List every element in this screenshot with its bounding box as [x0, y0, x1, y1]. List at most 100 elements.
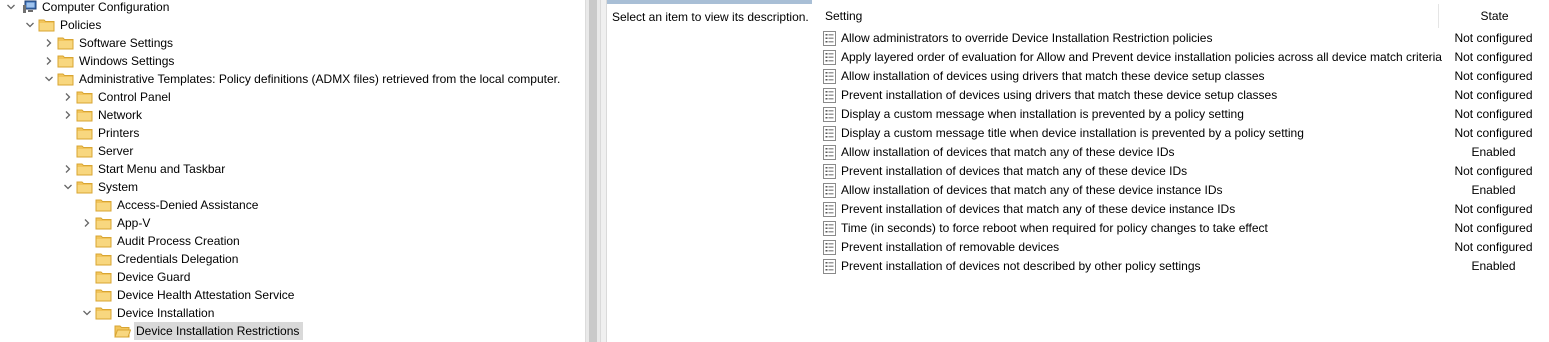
policy-setting-icon — [823, 202, 836, 217]
folder-icon — [76, 180, 93, 194]
policy-name: Prevent installation of devices that mat… — [841, 164, 1188, 178]
column-header-setting[interactable]: Setting — [819, 4, 1438, 28]
folder-icon — [38, 18, 55, 32]
policy-row[interactable]: Display a custom message title when devi… — [819, 124, 1549, 143]
policy-state: Not configured — [1454, 202, 1533, 216]
policy-setting-icon — [823, 259, 836, 274]
policy-row[interactable]: Allow installation of devices that match… — [819, 181, 1549, 200]
tree-item[interactable]: Device Guard — [0, 268, 585, 286]
tree-item[interactable]: Device Health Attestation Service — [0, 286, 585, 304]
folder-icon — [95, 234, 112, 248]
policy-name: Time (in seconds) to force reboot when r… — [841, 221, 1268, 235]
tree-item-label: Network — [98, 108, 143, 122]
folder-icon — [76, 162, 93, 176]
folder-icon — [57, 54, 74, 68]
tree-item-label: Device Installation Restrictions — [134, 322, 304, 340]
tree-item[interactable]: Credentials Delegation — [0, 250, 585, 268]
folder-icon — [95, 198, 112, 212]
tree-item-label: Device Installation — [117, 306, 215, 320]
tree-item-computer-configuration[interactable]: Computer Configuration — [0, 0, 585, 16]
policy-row[interactable]: Allow administrators to override Device … — [819, 29, 1549, 48]
folder-icon — [95, 216, 112, 230]
tree-item[interactable]: Audit Process Creation — [0, 232, 585, 250]
tree-item[interactable]: Policies — [0, 16, 585, 34]
tree-item[interactable]: Printers — [0, 124, 585, 142]
tree-item-label: App-V — [117, 216, 151, 230]
policy-row[interactable]: Display a custom message when installati… — [819, 105, 1549, 124]
folder-icon — [57, 72, 74, 86]
tree-item[interactable]: Start Menu and Taskbar — [0, 160, 585, 178]
tree-item[interactable]: Device Installation Restrictions — [0, 322, 585, 340]
tree-item[interactable]: Software Settings — [0, 34, 585, 52]
tree-item[interactable]: Control Panel — [0, 88, 585, 106]
folder-icon — [95, 252, 112, 266]
tree-item-label: Printers — [98, 126, 140, 140]
tree-item-label: Device Guard — [117, 270, 191, 284]
tree-item-label: Device Health Attestation Service — [117, 288, 295, 302]
policy-setting-icon — [823, 88, 836, 103]
policy-setting-icon — [823, 50, 836, 65]
tree-item-label: Credentials Delegation — [117, 252, 239, 266]
pane-splitter[interactable] — [600, 0, 607, 342]
folder-icon — [76, 144, 93, 158]
policy-row[interactable]: Prevent installation of removable device… — [819, 238, 1549, 257]
chevron-right-icon[interactable] — [61, 160, 75, 178]
tree-item-label: System — [98, 180, 139, 194]
policy-state: Enabled — [1471, 183, 1516, 197]
tree-item-label: Software Settings — [79, 36, 174, 50]
policy-setting-icon — [823, 240, 836, 255]
policy-state: Not configured — [1454, 107, 1533, 121]
folder-icon — [76, 126, 93, 140]
policy-name: Apply layered order of evaluation for Al… — [841, 50, 1442, 64]
tree-item[interactable]: Server — [0, 142, 585, 160]
tree-item[interactable]: App-V — [0, 214, 585, 232]
chevron-down-icon[interactable] — [42, 70, 56, 88]
scrollbar-thumb[interactable] — [589, 0, 597, 342]
policy-row[interactable]: Allow installation of devices that match… — [819, 143, 1549, 162]
policy-row[interactable]: Time (in seconds) to force reboot when r… — [819, 219, 1549, 238]
chevron-down-icon[interactable] — [4, 0, 18, 16]
policy-row[interactable]: Allow installation of devices using driv… — [819, 67, 1549, 86]
policy-row[interactable]: Apply layered order of evaluation for Al… — [819, 48, 1549, 67]
tree-item-label: Server — [98, 144, 134, 158]
policy-row[interactable]: Prevent installation of devices that mat… — [819, 162, 1549, 181]
policy-row[interactable]: Prevent installation of devices that mat… — [819, 200, 1549, 219]
chevron-right-icon[interactable] — [80, 214, 94, 232]
policy-setting-icon — [823, 126, 836, 141]
chevron-down-icon[interactable] — [61, 178, 75, 196]
policy-row[interactable]: Prevent installation of devices not desc… — [819, 257, 1549, 276]
policy-setting-icon — [823, 164, 836, 179]
chevron-right-icon[interactable] — [42, 52, 56, 70]
policy-setting-icon — [823, 221, 836, 236]
chevron-right-icon[interactable] — [61, 106, 75, 124]
policy-state: Not configured — [1454, 240, 1533, 254]
tree-vertical-scrollbar[interactable] — [585, 0, 600, 342]
tree-item[interactable]: Windows Settings — [0, 52, 585, 70]
open-folder-icon — [114, 324, 132, 338]
column-header-state[interactable]: State — [1438, 4, 1549, 28]
chevron-right-icon[interactable] — [42, 34, 56, 52]
chevron-down-icon[interactable] — [23, 16, 37, 34]
tree-item-label: Start Menu and Taskbar — [98, 162, 226, 176]
extended-tab-indicator[interactable] — [607, 0, 812, 4]
policy-name: Prevent installation of devices not desc… — [841, 259, 1201, 273]
navigation-tree: Computer Configuration Policies Software … — [0, 0, 585, 342]
chevron-down-icon[interactable] — [80, 304, 94, 322]
policy-state: Enabled — [1471, 259, 1516, 273]
policy-state: Not configured — [1454, 31, 1533, 45]
tree-item[interactable]: Device Installation — [0, 304, 585, 322]
policy-row[interactable]: Prevent installation of devices using dr… — [819, 86, 1549, 105]
policy-name: Prevent installation of devices using dr… — [841, 88, 1278, 102]
policy-name: Display a custom message when installati… — [841, 107, 1244, 121]
tree-item-label: Control Panel — [98, 90, 171, 104]
tree-item[interactable]: System — [0, 178, 585, 196]
description-pane: Select an item to view its description. — [607, 0, 819, 342]
folder-icon — [95, 288, 112, 302]
tree-item[interactable]: Administrative Templates: Policy definit… — [0, 70, 585, 88]
tree-item[interactable]: Network — [0, 106, 585, 124]
chevron-right-icon[interactable] — [61, 88, 75, 106]
policy-setting-icon — [823, 107, 836, 122]
tree-item[interactable]: Access-Denied Assistance — [0, 196, 585, 214]
folder-icon — [95, 306, 112, 320]
computer-icon — [22, 0, 38, 14]
